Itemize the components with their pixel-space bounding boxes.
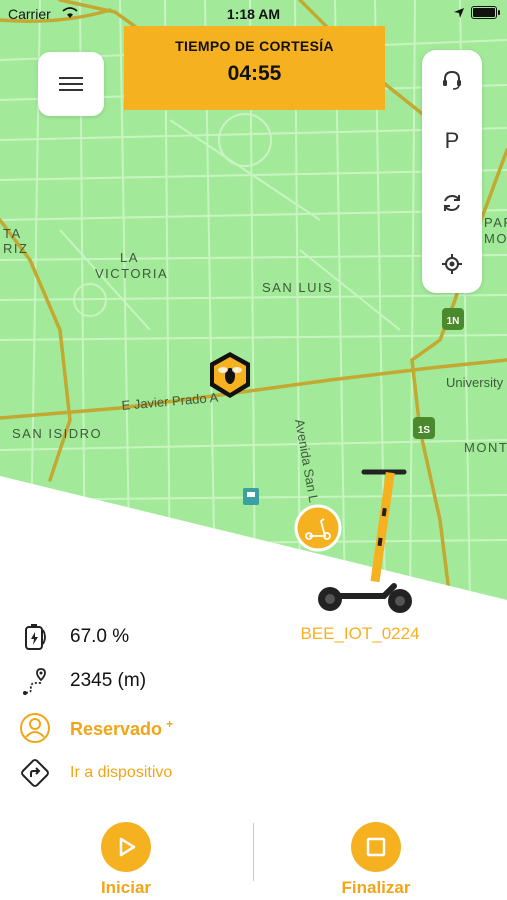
map-label-ta: TA: [3, 226, 22, 241]
hamburger-icon: [59, 77, 83, 91]
map-label-mon: MON: [484, 231, 507, 246]
route-1s-label: 1S: [418, 425, 431, 436]
refresh-icon: [444, 194, 460, 212]
battery-status-icon: [471, 6, 500, 19]
map-label-par: PAR: [484, 215, 507, 230]
finish-label: Finalizar: [341, 878, 411, 897]
headset-icon: [443, 70, 461, 90]
go-to-device-row[interactable]: Ir a dispositivo: [18, 756, 172, 790]
location-arrow-icon: [454, 7, 464, 18]
parking-icon: P: [444, 128, 460, 153]
map-tools-panel: P: [422, 50, 482, 293]
menu-button[interactable]: [38, 52, 104, 116]
map-label-victoria: VICTORIA: [95, 266, 168, 281]
reserved-label: Reservado +: [70, 717, 173, 740]
directions-icon: [21, 759, 49, 787]
map-label-san-isidro: SAN ISIDRO: [12, 426, 102, 441]
reserved-text: Reservado: [70, 718, 163, 739]
bus-stop-icon: [243, 488, 259, 505]
parking-button[interactable]: P: [422, 121, 482, 161]
route-1n-label: 1N: [447, 316, 460, 327]
map-label-university: University: [446, 375, 504, 390]
courtesy-timer-banner: TIEMPO DE CORTESÍA 04:55: [124, 26, 385, 110]
finish-button[interactable]: Finalizar: [316, 822, 436, 898]
scooter-image: [318, 469, 412, 613]
status-bar: Carrier 1:18 AM: [0, 0, 507, 28]
locate-me-button[interactable]: [422, 244, 482, 284]
reserved-row[interactable]: Reservado +: [18, 711, 173, 745]
user-circle-icon: [20, 713, 50, 743]
battery-value: 67.0 %: [70, 626, 130, 647]
map-label-mont: MONT: [464, 440, 507, 455]
courtesy-label: TIEMPO DE CORTESÍA: [175, 38, 334, 54]
distance-row: 2345 (m): [18, 664, 146, 698]
action-divider: [253, 823, 254, 881]
support-button[interactable]: [422, 60, 482, 100]
start-button[interactable]: Iniciar: [66, 822, 186, 898]
route-distance-icon: [23, 668, 46, 695]
map-label-la: LA: [120, 250, 139, 265]
play-icon: [119, 837, 136, 857]
battery-icon: [25, 624, 46, 650]
refresh-button[interactable]: [422, 183, 482, 223]
scooter-id: BEE_IOT_0224: [300, 624, 420, 643]
reserved-plus-mark: +: [166, 716, 174, 731]
battery-row: 67.0 %: [18, 620, 129, 654]
locate-icon: [442, 254, 462, 274]
distance-value: 2345 (m): [70, 670, 147, 691]
start-label: Iniciar: [100, 878, 152, 897]
map-label-riz: RIZ: [3, 241, 28, 256]
courtesy-timer: 04:55: [227, 62, 282, 85]
map-label-san-luis: SAN LUIS: [262, 280, 333, 295]
status-time: 1:18 AM: [226, 6, 281, 22]
stop-icon: [366, 837, 386, 857]
go-to-device-link[interactable]: Ir a dispositivo: [70, 764, 172, 782]
